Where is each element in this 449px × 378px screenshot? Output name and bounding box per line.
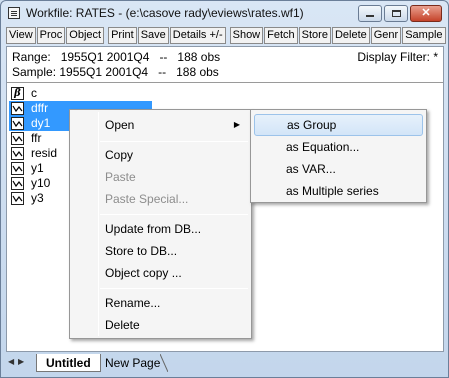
display-filter[interactable]: Display Filter: * [357,50,438,64]
object-name: dffr [31,101,49,115]
minimize-icon [366,15,374,17]
series-icon [11,192,24,205]
tab-new-page[interactable]: New Page [96,354,169,372]
toolbar-print-button[interactable]: Print [108,27,137,44]
object-name: y10 [31,176,51,190]
object-name: c [31,86,37,100]
window-title: Workfile: RATES - (e:\casove rady\eviews… [26,6,304,20]
menu-item-paste-special[interactable]: Paste Special... [73,188,248,210]
menu-item-copy[interactable]: Copy [73,144,248,166]
object-name: resid [31,146,58,160]
menu-item-delete[interactable]: Delete [73,314,248,336]
close-button[interactable]: ✕ [410,5,442,22]
workfile-info-panel: Range: 1955Q1 2001Q4 -- 188 obs Sample: … [7,47,443,83]
object-name: ffr [31,131,42,145]
toolbar-sample-button[interactable]: Sample [402,27,446,44]
coef-beta-icon: β [11,87,24,100]
series-icon [11,177,24,190]
submenu-item-as-var[interactable]: as VAR... [254,158,423,180]
context-menu: Open ▶ Copy Paste Paste Special... Updat… [69,109,252,339]
object-row-c[interactable]: βc [9,86,159,101]
object-name: y3 [31,191,44,205]
toolbar-object-button[interactable]: Object [66,27,105,44]
page-tabs: ◀ ▶ Untitled New Page [6,354,444,374]
submenu-arrow-icon: ▶ [233,120,240,129]
series-icon [11,102,24,115]
menu-item-open[interactable]: Open ▶ [73,114,248,136]
object-name: y1 [31,161,44,175]
menu-item-update-from-db[interactable]: Update from DB... [73,218,248,240]
series-icon [11,117,24,130]
menu-separator [100,288,248,289]
toolbar-proc-button[interactable]: Proc [36,27,66,44]
tab-untitled[interactable]: Untitled [36,354,101,372]
maximize-icon [391,10,401,17]
series-icon [11,162,24,175]
menu-item-object-copy[interactable]: Object copy ... [73,262,248,284]
open-submenu: as Group as Equation... as VAR... as Mul… [250,109,427,203]
range-line[interactable]: Range: 1955Q1 2001Q4 -- 188 obs [12,50,220,64]
toolbar-show-button[interactable]: Show [229,27,264,44]
tab-scroll-right-icon[interactable]: ▶ [18,357,24,366]
series-icon [11,147,24,160]
submenu-item-as-group[interactable]: as Group [254,114,423,136]
menu-item-rename[interactable]: Rename... [73,292,248,314]
toolbar-store-button[interactable]: Store [298,27,331,44]
menu-separator [100,214,248,215]
title-bar[interactable]: Workfile: RATES - (e:\casove rady\eviews… [1,1,448,25]
toolbar-delete-button[interactable]: Delete [331,27,370,44]
workfile-toolbar: View Proc Object Print Save Details +/- … [6,27,446,45]
series-icon [11,132,24,145]
menu-item-store-to-db[interactable]: Store to DB... [73,240,248,262]
minimize-button[interactable] [358,5,382,22]
workfile-icon [8,7,20,19]
toolbar-view-button[interactable]: View [6,27,36,44]
tab-scroll-left-icon[interactable]: ◀ [8,357,14,366]
toolbar-save-button[interactable]: Save [137,27,169,44]
maximize-button[interactable] [384,5,408,22]
close-icon: ✕ [421,7,431,19]
toolbar-details-button[interactable]: Details +/- [169,27,226,44]
menu-item-paste[interactable]: Paste [73,166,248,188]
submenu-item-as-multiple-series[interactable]: as Multiple series [254,180,423,202]
sample-line[interactable]: Sample: 1955Q1 2001Q4 -- 188 obs [12,65,219,79]
object-name: dy1 [31,116,51,130]
toolbar-fetch-button[interactable]: Fetch [264,27,298,44]
toolbar-genr-button[interactable]: Genr [370,27,402,44]
tab-divider-icon [160,354,168,372]
menu-item-label: Open [105,118,135,132]
submenu-item-as-equation[interactable]: as Equation... [254,136,423,158]
menu-separator [100,141,248,142]
